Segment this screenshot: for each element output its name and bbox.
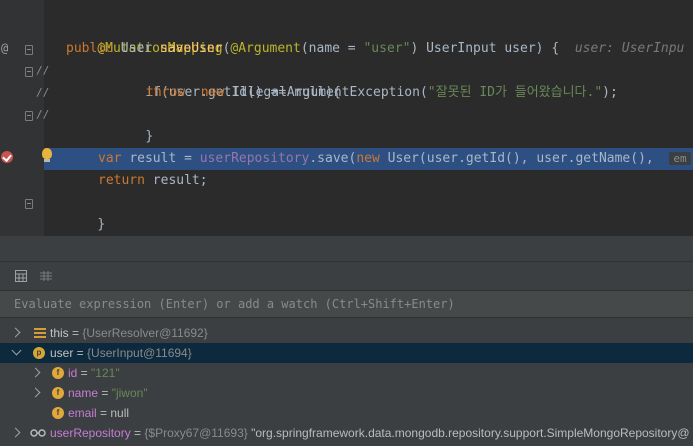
table-view-icon[interactable] bbox=[15, 270, 27, 282]
fold-toggle-if-end[interactable] bbox=[25, 111, 33, 121]
evaluate-expression-bar bbox=[0, 290, 693, 318]
field-icon: f bbox=[52, 367, 64, 379]
variable-value: {UserInput@11694} bbox=[87, 346, 192, 360]
evaluate-expression-input[interactable] bbox=[0, 291, 693, 317]
code-line-class-close: } bbox=[34, 214, 73, 236]
expand-arrow-icon[interactable] bbox=[30, 367, 41, 378]
brace-token: } bbox=[145, 129, 154, 144]
variable-equals: = bbox=[98, 386, 112, 400]
method-name-token: saveUser bbox=[159, 41, 223, 56]
keyword-token: new bbox=[356, 151, 380, 166]
expand-arrow-icon[interactable] bbox=[10, 427, 21, 438]
comment-marker: // bbox=[36, 108, 50, 121]
keyword-token: public bbox=[66, 41, 113, 56]
code-line-signature: public User saveUser(@Argument(name = "u… bbox=[66, 38, 684, 60]
expand-arrow-icon[interactable] bbox=[10, 327, 21, 338]
fold-toggle-method-end[interactable] bbox=[25, 199, 33, 209]
watch-glasses-icon bbox=[30, 429, 46, 437]
keyword-token: var bbox=[98, 151, 122, 166]
debugger-panel: this = {UserResolver@11692} p user = {Us… bbox=[0, 236, 693, 446]
variable-name: user bbox=[50, 346, 74, 360]
method-call-token: .save( bbox=[309, 151, 357, 166]
code-line-save: var result = userRepository.save(new Use… bbox=[98, 148, 691, 170]
variable-equals: = bbox=[68, 326, 83, 340]
variables-toolbar bbox=[0, 263, 693, 289]
variable-name: userRepository bbox=[50, 426, 131, 440]
keyword-token: throw bbox=[146, 85, 186, 100]
parameter-icon: p bbox=[33, 347, 45, 359]
code-line-if: if(user.getId() == null){ bbox=[114, 60, 341, 100]
brace-token: } bbox=[97, 217, 106, 232]
fold-toggle-if[interactable] bbox=[25, 67, 33, 77]
param-token: (name = bbox=[300, 41, 364, 56]
keyword-token: new bbox=[200, 85, 225, 100]
variable-name: email bbox=[68, 406, 97, 420]
layout-settings-icon[interactable] bbox=[40, 270, 52, 282]
code-line-throw: throw new IllegalArgumentException("잘못된 … bbox=[146, 82, 618, 104]
collapse-arrow-icon[interactable] bbox=[11, 345, 22, 356]
lightbulb-icon[interactable] bbox=[42, 148, 52, 162]
variable-equals: = bbox=[130, 426, 145, 440]
field-icon: f bbox=[52, 407, 64, 419]
variable-equals: = bbox=[96, 406, 111, 420]
stack-frame-icon bbox=[34, 327, 46, 339]
variable-name: this bbox=[50, 326, 69, 340]
comment-marker: // bbox=[36, 86, 50, 99]
keyword-token: return bbox=[98, 173, 145, 188]
type-token: User bbox=[120, 41, 153, 56]
variable-row-user[interactable]: p user = {UserInput@11694} bbox=[0, 343, 693, 363]
override-marker[interactable]: @ bbox=[1, 41, 8, 55]
arguments-token: User(user.getId(), user.getName(), bbox=[387, 151, 654, 166]
code-editor[interactable]: @ // // // @MutationMapping public User … bbox=[0, 0, 693, 236]
variable-name: name bbox=[68, 386, 99, 400]
variable-value: "121" bbox=[91, 366, 120, 380]
debugger-header bbox=[0, 236, 693, 262]
variable-row-this[interactable]: this = {UserResolver@11692} bbox=[0, 323, 693, 343]
variable-tostring: "org.springframework.data.mongodb.reposi… bbox=[247, 426, 690, 440]
variable-value: {UserResolver@11692} bbox=[82, 326, 208, 340]
variable-row-userrepository[interactable]: userRepository = {$Proxy67@11693} "org.s… bbox=[0, 423, 693, 443]
paren-token: ); bbox=[602, 85, 618, 100]
param-token: ) UserInput user) { bbox=[410, 41, 560, 56]
variable-equals: = bbox=[77, 366, 92, 380]
variables-tree: this = {UserResolver@11692} p user = {Us… bbox=[0, 323, 693, 446]
variable-row-id[interactable]: f id = "121" bbox=[0, 363, 693, 383]
code-line-return: return result; bbox=[98, 170, 208, 192]
code-line-annotation: @MutationMapping bbox=[66, 16, 222, 56]
variable-row-email[interactable]: f email = null bbox=[0, 403, 693, 423]
expand-arrow-icon[interactable] bbox=[30, 387, 41, 398]
statement-token: result = bbox=[129, 151, 200, 166]
variable-value: {$Proxy67@11693} bbox=[144, 426, 248, 440]
comment-marker: // bbox=[36, 64, 50, 77]
string-token: "user" bbox=[363, 41, 411, 56]
code-line-if-close: } bbox=[114, 104, 153, 144]
variable-value: "jiwon" bbox=[111, 386, 148, 400]
field-icon: f bbox=[52, 387, 64, 399]
statement-token: result; bbox=[152, 173, 208, 188]
variable-equals: = bbox=[73, 346, 88, 360]
variable-value: null bbox=[110, 406, 130, 420]
variable-row-name[interactable]: f name = "jiwon" bbox=[0, 383, 693, 403]
variable-name: id bbox=[68, 366, 78, 380]
inline-debug-value: user: UserInpu bbox=[574, 41, 685, 56]
field-token: userRepository bbox=[199, 151, 310, 166]
breakpoint-icon[interactable] bbox=[1, 151, 13, 163]
class-token: IllegalArgumentException( bbox=[232, 85, 428, 100]
string-token: "잘못된 ID가 들어왔습니다." bbox=[427, 85, 603, 100]
editor-gutter[interactable]: @ // // // bbox=[0, 0, 49, 236]
annotation-token: @Argument bbox=[230, 41, 301, 56]
parameter-hint: em bbox=[669, 152, 691, 165]
fold-toggle-method[interactable] bbox=[25, 45, 33, 55]
code-line-method-close: } bbox=[66, 192, 105, 232]
